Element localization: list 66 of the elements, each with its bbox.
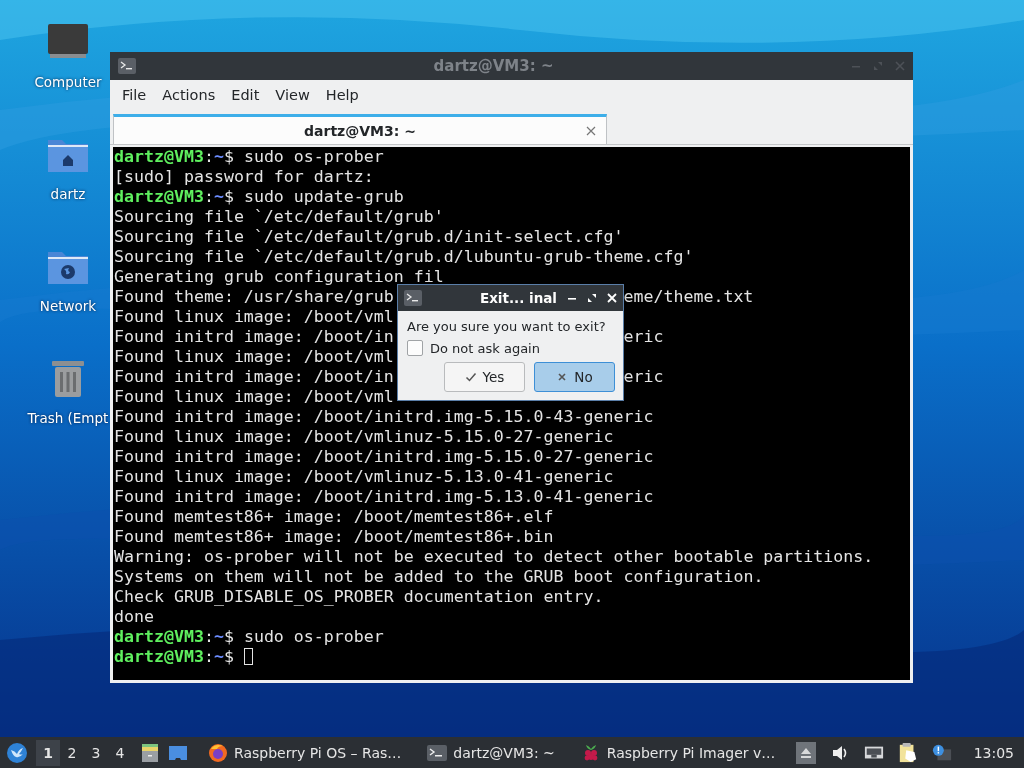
workspace-button[interactable]: 3 xyxy=(84,739,108,766)
terminal-line: Found linux image: /boot/vml xyxy=(114,387,394,407)
terminal-text: Found initrd image: /boot/in xyxy=(114,367,394,387)
terminal-line: dartz@VM3:~$ sudo update-grub xyxy=(114,187,404,207)
menu-item[interactable]: Edit xyxy=(223,83,268,107)
task-button[interactable]: dartz@VM3: ~ xyxy=(421,738,561,767)
cross-icon xyxy=(556,371,569,383)
terminal-text: eme/theme.txt xyxy=(623,287,754,307)
browser-icon xyxy=(208,742,228,763)
terminal-line: Found initrd image: /boot/initrd.img-5.15.0-27-generic xyxy=(114,447,654,467)
terminal-line: dartz@VM3:~$ xyxy=(114,647,235,667)
eject-icon[interactable] xyxy=(795,741,816,764)
terminal-icon xyxy=(118,58,136,74)
check-icon xyxy=(464,371,477,383)
terminal-text: Found initrd image: /boot/in xyxy=(114,327,394,347)
terminal-line: Check GRUB_DISABLE_OS_PROBER documentation entry. xyxy=(114,587,604,607)
workspace-button[interactable]: 1 xyxy=(36,739,60,766)
menu-item[interactable]: File xyxy=(114,83,155,107)
terminal-line: Sourcing file `/etc/default/grub.d/init-select.cfg' xyxy=(114,227,624,247)
terminal-line: Found linux image: /boot/vml xyxy=(114,347,394,367)
terminal-icon xyxy=(404,290,422,306)
desktop-icon-label[interactable]: Trash (Empt xyxy=(27,410,109,426)
menu-item[interactable]: Actions xyxy=(154,83,224,107)
no-button[interactable]: No xyxy=(534,362,615,392)
menu-item[interactable]: Help xyxy=(317,83,367,107)
bird-icon[interactable] xyxy=(6,741,28,764)
terminal-line: Found linux image: /boot/vmlinuz-5.13.0-41-generic xyxy=(114,467,614,487)
terminal-line: Found initrd image: /boot/initrd.img-5.15.0-43-generic xyxy=(114,407,654,427)
terminal-line: dartz@VM3:~$ sudo os-prober xyxy=(114,147,384,167)
terminal-text: eric xyxy=(623,327,664,347)
terminal-line: [sudo] password for dartz: xyxy=(114,167,374,187)
terminal-line: Found linux image: /boot/vml xyxy=(114,307,394,327)
terminal-line: Found initrd image: /boot/initrd.img-5.13.0-41-generic xyxy=(114,487,654,507)
terminal-line: Warning: os-prober will not be executed to detect other bootable partitions. xyxy=(114,547,874,567)
checkbox-label[interactable]: Do not ask again xyxy=(430,340,540,356)
terminal-line: done xyxy=(114,607,154,627)
task-button[interactable]: Raspberry Pi OS – Ras… xyxy=(202,738,408,767)
terminal-line: Sourcing file `/etc/default/grub' xyxy=(114,207,444,227)
terminal-line: Sourcing file `/etc/default/grub.d/lubuntu-grub-theme.cfg' xyxy=(114,247,694,267)
desktop-icon-label[interactable]: Network xyxy=(39,298,97,314)
yes-button[interactable]: Yes xyxy=(444,362,525,392)
task-button[interactable]: Raspberry Pi Imager v… xyxy=(574,738,782,767)
terminal-text: eric xyxy=(623,367,664,387)
maximize-icon[interactable] xyxy=(587,293,597,303)
terminal-text: Found theme: /usr/share/grub xyxy=(114,287,394,307)
desktop-icon-label[interactable]: dartz xyxy=(50,186,86,202)
terminal-line: dartz@VM3:~$ sudo os-prober xyxy=(114,627,384,647)
cursor-icon xyxy=(243,648,253,665)
tab[interactable]: dartz@VM3: ~ xyxy=(113,114,607,144)
workspace-button[interactable]: 2 xyxy=(60,739,84,766)
clock[interactable]: 13:05 xyxy=(973,744,1014,761)
dialog-title: Exit... inal xyxy=(478,290,558,306)
dialog-message: Are you sure you want to exit? xyxy=(407,319,607,334)
clipboard-icon[interactable] xyxy=(897,742,918,763)
notification-icon[interactable] xyxy=(931,742,952,763)
menu-item[interactable]: View xyxy=(267,83,318,107)
terminal-line: Generating grub configuration fil xyxy=(114,267,444,287)
terminal-icon xyxy=(427,742,448,763)
terminal-line: Systems on them will not be added to the GRUB boot configuration. xyxy=(114,567,764,587)
terminal-line: Found linux image: /boot/vmlinuz-5.15.0-27-generic xyxy=(114,427,614,447)
terminal-line: Found memtest86+ image: /boot/memtest86+.bin xyxy=(114,527,554,547)
workspace-button[interactable]: 4 xyxy=(108,739,132,766)
window-title: dartz@VM3: ~ xyxy=(432,57,555,75)
checkbox[interactable] xyxy=(407,340,423,356)
file-cabinet-icon[interactable] xyxy=(140,742,160,763)
terminal-line: Found memtest86+ image: /boot/memtest86+.elf xyxy=(114,507,554,527)
